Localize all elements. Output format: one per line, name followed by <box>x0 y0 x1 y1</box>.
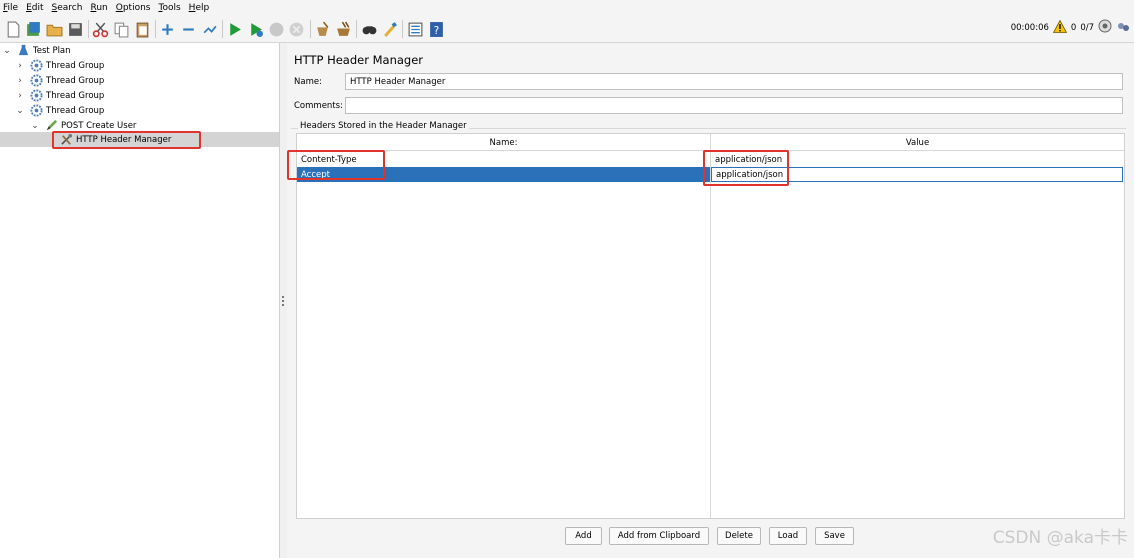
toolbar-separator <box>356 20 357 38</box>
paste-icon[interactable] <box>132 19 152 39</box>
expand-arrow-icon[interactable]: › <box>15 58 25 73</box>
headers-group-label: Headers Stored in the Header Manager <box>298 121 469 131</box>
tree-item-thread-group[interactable]: Thread Group <box>29 58 104 73</box>
copy-icon[interactable] <box>111 19 131 39</box>
thread-count: 0/7 <box>1080 22 1094 33</box>
save-button[interactable]: Save <box>815 527 854 545</box>
tree-item-thread-group[interactable]: Thread Group <box>29 73 104 88</box>
status-area: 00:00:06 0 0/7 <box>1011 19 1130 36</box>
reset-search-icon[interactable] <box>380 19 400 39</box>
collapse-arrow-icon[interactable]: ⌄ <box>15 103 25 118</box>
sampler-pen-icon <box>44 119 58 133</box>
test-plan-icon <box>16 44 30 58</box>
tree-item-http-header-manager[interactable]: HTTP Header Manager <box>0 132 279 147</box>
thread-group-icon <box>29 104 43 118</box>
tree-item-label: Thread Group <box>46 90 105 101</box>
thread-group-icon <box>29 74 43 88</box>
templates-icon[interactable] <box>24 19 44 39</box>
menu-file[interactable]: File <box>3 3 18 13</box>
help-icon[interactable]: ? <box>426 19 446 39</box>
menu-edit[interactable]: Edit <box>26 3 43 13</box>
splitter-grip-icon[interactable] <box>282 296 285 306</box>
table-row[interactable]: Content-Type application/json <box>297 152 1124 167</box>
menu-bar: File Edit Search Run Options Tools Help <box>0 0 1134 16</box>
add-button[interactable]: Add <box>565 527 602 545</box>
start-no-pause-icon[interactable] <box>246 19 266 39</box>
new-icon[interactable] <box>3 19 23 39</box>
headers-table[interactable]: Name: Value Content-Type application/jso… <box>287 133 1125 519</box>
header-name-cell[interactable]: Content-Type <box>297 152 710 167</box>
test-plan-tree[interactable]: ⌄ Test Plan › Thread Group › Thread Grou… <box>0 43 280 558</box>
stop-icon[interactable] <box>266 19 286 39</box>
search-icon[interactable] <box>359 19 379 39</box>
toolbar-separator <box>221 20 223 38</box>
collapse-arrow-icon[interactable]: ⌄ <box>2 43 12 58</box>
expand-icon[interactable] <box>158 19 178 39</box>
menu-options[interactable]: Options <box>116 3 151 13</box>
tree-item-label: Thread Group <box>46 60 105 71</box>
tree-item-label: Thread Group <box>46 105 105 116</box>
name-label: Name: <box>294 77 322 87</box>
toolbar-separator <box>154 20 156 38</box>
tree-item-thread-group[interactable]: Thread Group <box>29 88 104 103</box>
remote-icon[interactable] <box>1098 19 1112 36</box>
name-field[interactable]: HTTP Header Manager <box>345 73 1123 90</box>
column-header-value[interactable]: Value <box>711 134 1124 151</box>
menu-tools[interactable]: Tools <box>158 3 180 13</box>
table-row[interactable]: Accept application/json <box>297 167 1124 182</box>
warning-icon[interactable] <box>1052 19 1068 36</box>
function-helper-icon[interactable] <box>405 19 425 39</box>
config-panel: HTTP Header Manager Name: HTTP Header Ma… <box>287 43 1134 558</box>
thread-group-icon <box>29 89 43 103</box>
tree-item-label: Test Plan <box>33 45 71 56</box>
menu-search[interactable]: Search <box>52 3 83 13</box>
tree-item-http-sampler[interactable]: POST Create User <box>44 118 136 133</box>
menu-help[interactable]: Help <box>189 3 210 13</box>
toolbar-separator <box>309 20 311 38</box>
delete-button[interactable]: Delete <box>717 527 761 545</box>
tree-item-thread-group[interactable]: Thread Group <box>29 103 104 118</box>
collapse-icon[interactable] <box>179 19 199 39</box>
comments-field[interactable] <box>345 97 1123 114</box>
page-title: HTTP Header Manager <box>294 53 424 67</box>
start-icon[interactable] <box>225 19 245 39</box>
toolbar: ? 00:00:06 0 0/7 <box>0 16 1134 43</box>
column-divider <box>710 134 711 518</box>
open-icon[interactable] <box>44 19 64 39</box>
header-value-cell[interactable]: application/json <box>711 152 1124 167</box>
tree-item-test-plan[interactable]: Test Plan <box>16 43 71 58</box>
expand-arrow-icon[interactable]: › <box>15 88 25 103</box>
thread-group-icon <box>29 59 43 73</box>
warning-count: 0 <box>1070 22 1077 33</box>
clear-icon[interactable] <box>313 19 333 39</box>
tree-item-label: HTTP Header Manager <box>76 134 172 145</box>
toolbar-separator <box>402 20 404 38</box>
menu-run[interactable]: Run <box>90 3 107 13</box>
log-viewer-icon[interactable] <box>1116 19 1130 36</box>
header-manager-tools-icon <box>59 133 73 147</box>
comments-label: Comments: <box>294 101 343 111</box>
tree-item-label: POST Create User <box>61 120 137 131</box>
toggle-icon[interactable] <box>199 19 219 39</box>
add-from-clipboard-button[interactable]: Add from Clipboard <box>609 527 709 545</box>
header-name-cell[interactable]: Accept <box>297 167 710 182</box>
clear-all-icon[interactable] <box>333 19 353 39</box>
header-value-cell-editing[interactable]: application/json <box>711 167 1123 182</box>
collapse-arrow-icon[interactable]: ⌄ <box>30 118 40 133</box>
elapsed-timer: 00:00:06 <box>1010 22 1049 33</box>
cut-icon[interactable] <box>91 19 111 39</box>
tree-item-label: Thread Group <box>46 75 105 86</box>
load-button[interactable]: Load <box>769 527 807 545</box>
expand-arrow-icon[interactable]: › <box>15 73 25 88</box>
shutdown-icon[interactable] <box>287 19 307 39</box>
watermark: CSDN @aka卡卡 <box>992 528 1128 548</box>
column-header-name[interactable]: Name: <box>297 134 710 151</box>
svg-text:?: ? <box>433 23 439 36</box>
toolbar-separator <box>87 20 89 38</box>
save-icon[interactable] <box>65 19 85 39</box>
